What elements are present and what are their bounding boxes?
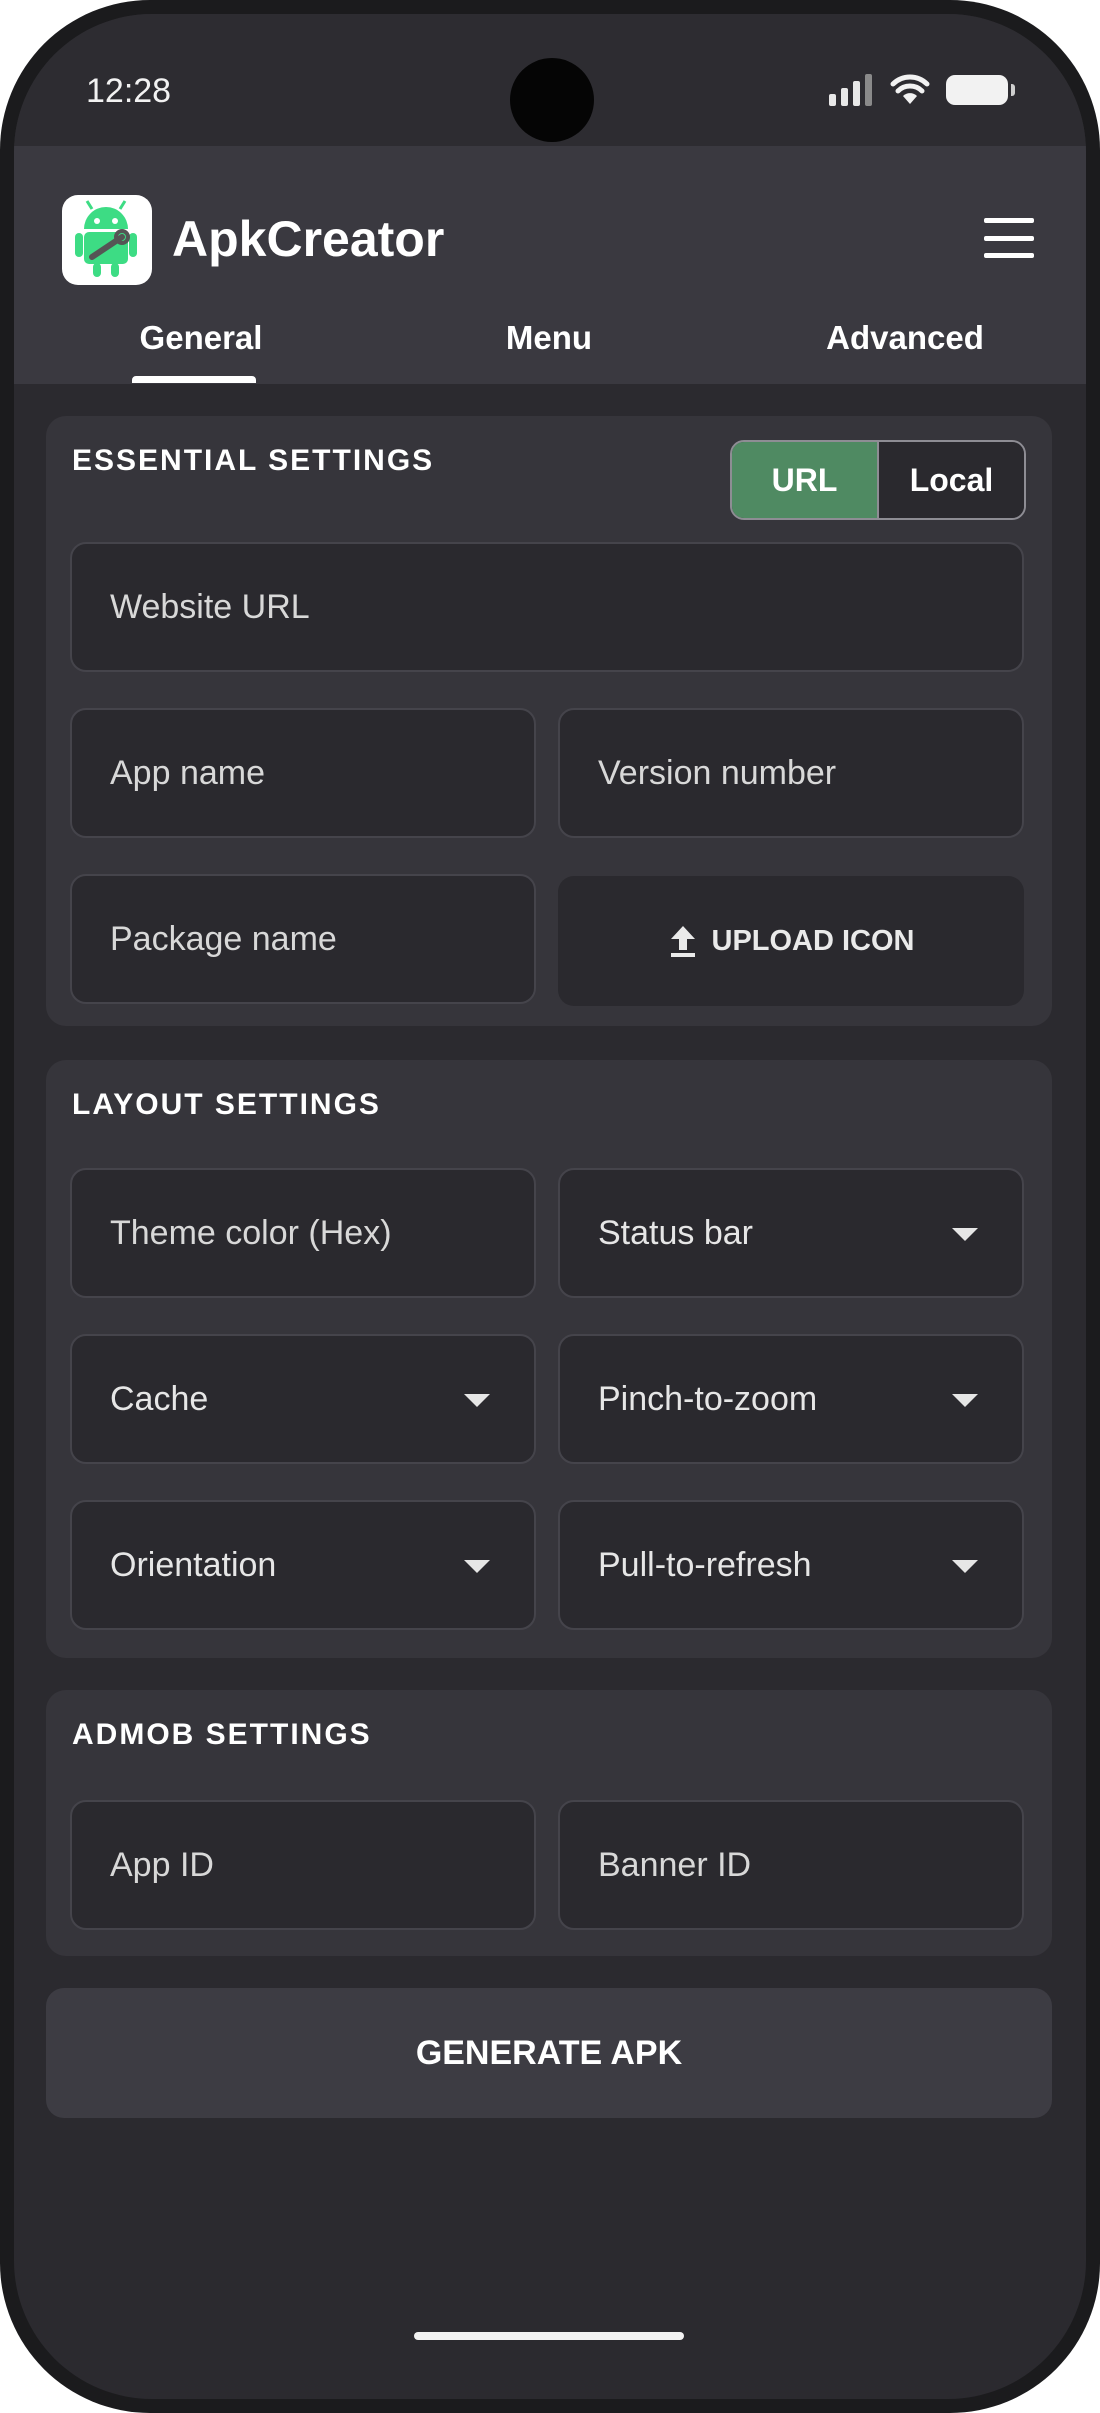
status-bar: 12:28 [14, 14, 1086, 146]
home-indicator[interactable] [414, 2332, 684, 2340]
pull-to-refresh-select-label: Pull-to-refresh [598, 1546, 812, 1584]
app-id-input[interactable] [72, 1802, 534, 1928]
orientation-select[interactable]: Orientation [70, 1500, 536, 1630]
upload-icon [670, 926, 695, 957]
android-robot-icon [75, 200, 137, 277]
cache-select[interactable]: Cache [70, 1334, 536, 1464]
admob-settings-card: ADMOB SETTINGS [46, 1690, 1052, 1956]
generate-apk-button[interactable]: GENERATE APK [46, 1988, 1052, 2118]
status-time: 12:28 [86, 72, 172, 110]
app-bar: ApkCreator General Menu Advanced [14, 146, 1086, 384]
dropdown-arrow-icon [952, 1228, 978, 1241]
version-number-input[interactable] [560, 710, 1022, 836]
essential-settings-card: ESSENTIAL SETTINGS URL Local Website URL… [46, 416, 1052, 1026]
website-url-field [70, 542, 1024, 672]
tab-general[interactable]: General [74, 318, 328, 384]
status-bar-select[interactable]: Status bar [558, 1168, 1024, 1298]
toggle-local[interactable]: Local [879, 442, 1024, 518]
system-icons [829, 74, 1015, 106]
app-logo [62, 195, 152, 285]
tab-selected-indicator [132, 376, 256, 383]
theme-color-field [70, 1168, 536, 1298]
package-name-field [70, 874, 536, 1004]
signal-icon [829, 74, 872, 106]
battery-icon [946, 75, 1015, 105]
upload-icon-button[interactable]: UPLOAD ICON [558, 876, 1024, 1006]
website-url-input[interactable] [72, 544, 1022, 670]
layout-settings-title: LAYOUT SETTINGS [72, 1088, 381, 1121]
banner-id-input[interactable] [560, 1802, 1022, 1928]
tab-menu[interactable]: Menu [422, 318, 676, 384]
admob-settings-title: ADMOB SETTINGS [72, 1718, 372, 1751]
version-number-field [558, 708, 1024, 838]
orientation-select-label: Orientation [110, 1546, 277, 1584]
app-name-field [70, 708, 536, 838]
source-toggle: URL Local [730, 440, 1026, 520]
app-id-field [70, 1800, 536, 1930]
theme-color-input[interactable] [72, 1170, 534, 1296]
app-title: ApkCreator [172, 211, 445, 267]
app-name-input[interactable] [72, 710, 534, 836]
cache-select-label: Cache [110, 1380, 209, 1418]
tab-bar: General Menu Advanced [14, 318, 1086, 384]
pull-to-refresh-select[interactable]: Pull-to-refresh [558, 1500, 1024, 1630]
hamburger-menu-icon[interactable] [984, 218, 1034, 258]
wifi-icon [890, 74, 930, 104]
dropdown-arrow-icon [464, 1560, 490, 1573]
layout-settings-card: LAYOUT SETTINGS Status bar Cache Pinch-t… [46, 1060, 1052, 1658]
dropdown-arrow-icon [464, 1394, 490, 1407]
status-bar-select-label: Status bar [598, 1214, 753, 1252]
upload-icon-label: UPLOAD ICON [711, 924, 915, 957]
screen: 12:28 ApkCreator General Menu Advanced E… [14, 14, 1086, 2399]
dropdown-arrow-icon [952, 1560, 978, 1573]
tab-advanced[interactable]: Advanced [778, 318, 1032, 384]
pinch-to-zoom-select[interactable]: Pinch-to-zoom [558, 1334, 1024, 1464]
essential-settings-title: ESSENTIAL SETTINGS [72, 444, 435, 477]
dropdown-arrow-icon [952, 1394, 978, 1407]
phone-frame: 12:28 ApkCreator General Menu Advanced E… [0, 0, 1100, 2413]
pinch-to-zoom-select-label: Pinch-to-zoom [598, 1380, 818, 1418]
banner-id-field [558, 1800, 1024, 1930]
toggle-url[interactable]: URL [732, 442, 879, 518]
package-name-input[interactable] [72, 876, 534, 1002]
front-camera [510, 58, 594, 142]
